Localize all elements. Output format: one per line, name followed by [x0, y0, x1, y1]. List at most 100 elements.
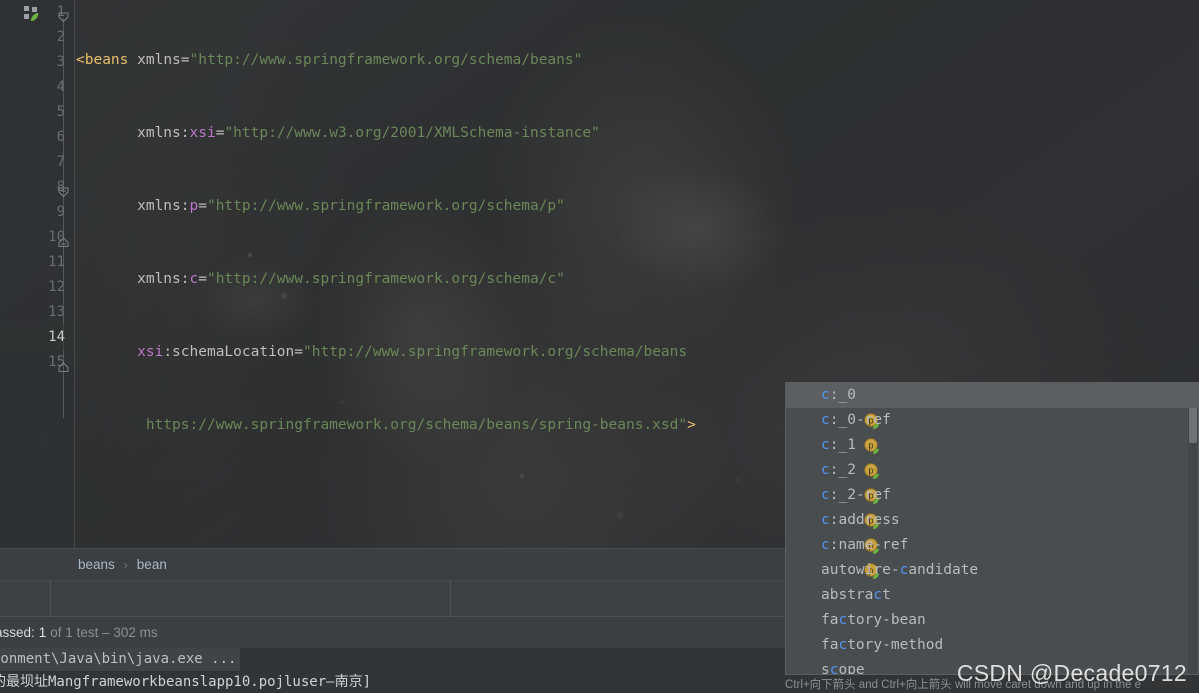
fold-marker-15[interactable]	[58, 357, 69, 372]
line-number: 9	[56, 204, 65, 220]
completion-item[interactable]: factory-method	[786, 633, 1198, 658]
gutter-line-5[interactable]: 5	[0, 100, 74, 125]
namespace-token: xsi	[137, 344, 164, 360]
gutter-line-10[interactable]: 10	[0, 225, 74, 250]
completion-item[interactable]: scope	[786, 658, 1198, 675]
spring-bean-icon: p	[794, 413, 879, 454]
completion-item[interactable]: p c:address	[786, 508, 1198, 554]
completion-item-label: c:_0	[821, 387, 856, 403]
attribute-token: xmlns	[137, 52, 181, 68]
spring-bean-icon: p	[794, 438, 879, 479]
completion-item-label: c:_2	[821, 462, 856, 478]
completion-item-label: c:_2-ref	[821, 487, 891, 503]
completion-item-label: scope	[821, 662, 865, 675]
namespace-token: c	[189, 271, 199, 287]
line-number: 6	[56, 129, 65, 145]
value-token: "http://www.springframework.org/schema/c…	[206, 271, 565, 287]
code-line-3[interactable]: xmlns:p="http://www.springframework.org/…	[76, 194, 1199, 219]
line-number: 4	[56, 79, 65, 95]
completion-item-label: autowire-candidate	[821, 562, 979, 578]
gutter-line-3[interactable]: 3	[0, 50, 74, 75]
completion-item-label: factory-method	[821, 637, 944, 653]
completion-item[interactable]: autowire-candidate	[786, 558, 1198, 583]
gutter-line-13[interactable]: 13	[0, 300, 74, 325]
equals: :	[180, 125, 190, 141]
completion-item[interactable]: abstract	[786, 583, 1198, 608]
completion-item-label: c:_0-ref	[821, 412, 891, 428]
editor-hint-text: Ctrl+向下箭头 and Ctrl+向上箭头 will move caret …	[785, 679, 1141, 691]
spring-bean-icon: p	[794, 463, 879, 504]
attribute-token: schemaLocation	[172, 344, 295, 360]
code-line-4[interactable]: xmlns:c="http://www.springframework.org/…	[76, 267, 1199, 292]
completion-item-label: c:name-ref	[821, 537, 909, 553]
completion-item[interactable]: factory-bean	[786, 608, 1198, 633]
gutter-line-6[interactable]: 6	[0, 125, 74, 150]
namespace-token: p	[189, 198, 199, 214]
attribute-token: xmlns	[137, 198, 181, 214]
breadcrumb-separator-icon: ›	[123, 557, 128, 572]
value-token: https://www.springframework.org/schema/b…	[145, 417, 688, 433]
completion-item[interactable]: p c:_2	[786, 458, 1198, 504]
spring-bean-icon: p	[794, 513, 879, 554]
colon: :	[180, 198, 190, 214]
completion-item-label: c:_1	[821, 437, 856, 453]
line-number: 7	[56, 154, 65, 170]
value-token: "http://www.springframework.org/schema/p…	[206, 198, 565, 214]
test-passed-count: 1	[38, 625, 47, 640]
ide-window: 1 2 3 4 5 6 7 8 9 10 11 12 13 14 15 <bea…	[0, 0, 1199, 693]
console-line-1: ronment\Java\bin\java.exe ...	[0, 648, 241, 671]
gutter-line-4[interactable]: 4	[0, 75, 74, 100]
equals: =	[294, 344, 303, 360]
toolbar-divider	[450, 581, 451, 617]
gutter-line-2[interactable]: 2	[0, 25, 74, 50]
tag-token: <beans	[76, 52, 129, 68]
gutter-line-15[interactable]: 15	[0, 350, 74, 375]
value-token: "http://www.w3.org/2001/XMLSchema-instan…	[224, 125, 600, 141]
spring-bean-icon[interactable]	[24, 5, 39, 21]
spring-bean-icon: p	[794, 538, 879, 579]
fold-marker-8[interactable]	[58, 182, 69, 198]
breadcrumb-item-bean[interactable]: bean	[137, 557, 167, 572]
value-token: "http://www.springframework.org/schema/b…	[189, 52, 583, 68]
equals: =	[180, 52, 190, 68]
line-number: 11	[48, 254, 65, 270]
completion-item[interactable]: p c:name-ref	[786, 533, 1198, 579]
gutter-line-11[interactable]: 11	[0, 250, 74, 275]
line-number: 13	[48, 304, 65, 320]
namespace-token: xsi	[189, 125, 216, 141]
completion-item-label: c:address	[821, 512, 900, 528]
colon: :	[163, 344, 173, 360]
tag-close: >	[687, 417, 696, 433]
attribute-token: xmlns	[137, 271, 181, 287]
line-number: 3	[56, 54, 65, 70]
gutter-line-7[interactable]: 7	[0, 150, 74, 175]
toolbar-divider	[50, 581, 51, 617]
line-number: 5	[56, 104, 65, 120]
breadcrumb-item-beans[interactable]: beans	[78, 557, 115, 572]
spring-bean-icon: p	[794, 388, 879, 429]
gutter-line-8[interactable]: 8	[0, 175, 74, 200]
completion-item[interactable]: p c:_0-ref	[786, 408, 1198, 454]
gutter-line-9[interactable]: 9	[0, 200, 74, 225]
fold-marker-10[interactable]	[58, 232, 69, 247]
fold-marker-1[interactable]	[58, 7, 69, 23]
code-line-5[interactable]: xsi:schemaLocation="http://www.springfra…	[76, 340, 1199, 365]
spring-bean-icon: p	[794, 488, 879, 529]
editor-gutter[interactable]: 1 2 3 4 5 6 7 8 9 10 11 12 13 14 15	[0, 0, 75, 548]
attribute-token: xmlns	[137, 125, 181, 141]
completion-item-label: factory-bean	[821, 612, 926, 628]
gutter-line-12[interactable]: 12	[0, 275, 74, 300]
gutter-line-1[interactable]: 1	[0, 0, 74, 25]
test-summary-text: of 1 test – 302 ms	[50, 625, 158, 640]
completion-item[interactable]: p c:_1	[786, 433, 1198, 479]
gutter-line-14[interactable]: 14	[0, 325, 74, 350]
test-passed-label: assed:	[0, 625, 35, 640]
completion-item[interactable]: p c:_2-ref	[786, 483, 1198, 529]
code-line-1[interactable]: <beans xmlns="http://www.springframework…	[76, 48, 1199, 73]
code-line-2[interactable]: xmlns:xsi="http://www.w3.org/2001/XMLSch…	[76, 121, 1199, 146]
completion-item[interactable]: p c:_0	[786, 383, 1198, 429]
code-completion-popup[interactable]: p c:_0 p c:_0-ref p c:_1 p c:_2 p c:_2-r…	[785, 382, 1199, 675]
